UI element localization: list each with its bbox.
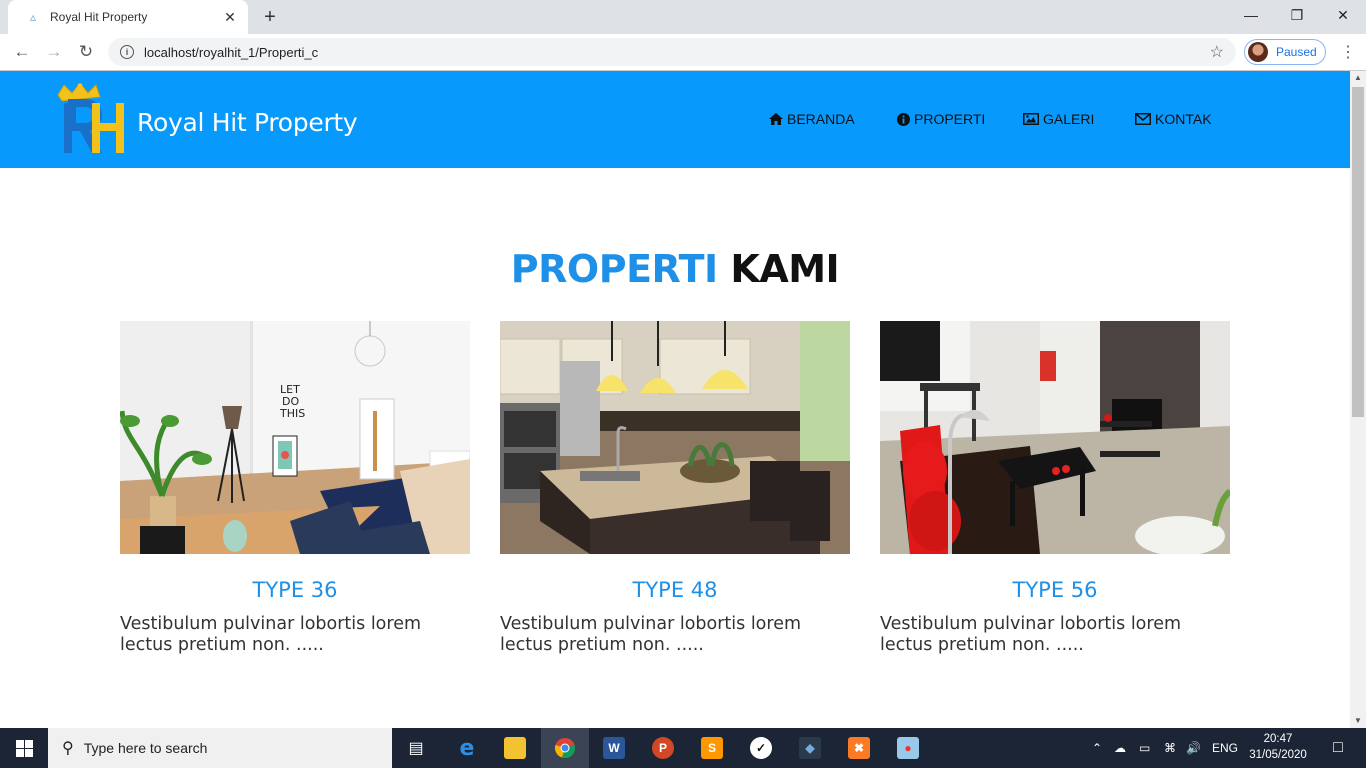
paint-icon[interactable]: ●: [884, 728, 932, 768]
section-heading: PROPERTI KAMI: [0, 247, 1350, 291]
clock-time: 20:47: [1263, 733, 1293, 745]
windows-start-icon[interactable]: [0, 728, 48, 768]
property-description: Vestibulum pulvinar lobortis lorem lectu…: [880, 614, 1182, 655]
heading-accent: PROPERTI: [510, 247, 718, 291]
site-header: Royal Hit Property BERANDA PROPERTI GALE…: [0, 71, 1350, 168]
nav-label: BERANDA: [787, 111, 855, 127]
property-description: Vestibulum pulvinar lobortis lorem lectu…: [500, 614, 802, 655]
profile-button[interactable]: Paused: [1244, 39, 1326, 65]
sublime-text-icon[interactable]: S: [688, 728, 736, 768]
royal-hit-logo-icon[interactable]: [52, 83, 132, 155]
show-hidden-icons[interactable]: ⌃: [1092, 728, 1102, 768]
profile-status: Paused: [1276, 45, 1317, 59]
property-card[interactable]: TYPE 48 Vestibulum pulvinar lobortis lor…: [500, 321, 850, 656]
window-close-icon[interactable]: ✕: [1320, 0, 1366, 30]
scroll-up-icon[interactable]: ▲: [1350, 71, 1366, 85]
property-photo-living-room[interactable]: LET DO THIS: [120, 321, 470, 554]
home-icon: [769, 113, 783, 125]
restore-icon[interactable]: ❐: [1274, 0, 1320, 30]
browser-tab-bar: ▵ Royal Hit Property ✕ + — ❐ ✕: [0, 0, 1366, 34]
forward-arrow-icon[interactable]: →: [42, 40, 66, 64]
task-view-icon[interactable]: ▤: [392, 728, 440, 768]
property-photo-lounge[interactable]: [880, 321, 1230, 554]
more-menu-icon[interactable]: ⋮: [1340, 42, 1356, 62]
svg-text:THIS: THIS: [279, 407, 305, 420]
taskbar-search-box[interactable]: ⚲ Type here to search: [48, 728, 392, 768]
image-icon: [1023, 113, 1039, 125]
volume-icon[interactable]: 🔊: [1186, 728, 1201, 768]
app-icon[interactable]: ◆: [786, 728, 834, 768]
reload-icon[interactable]: ↻: [74, 40, 98, 64]
close-tab-icon[interactable]: ✕: [222, 9, 238, 26]
search-icon: ⚲: [62, 740, 74, 757]
heading-rest: KAMI: [730, 247, 840, 291]
envelope-icon: [1135, 113, 1151, 125]
nav-label: PROPERTI: [914, 111, 986, 127]
nav-properti[interactable]: PROPERTI: [897, 111, 985, 127]
edge-browser-icon[interactable]: e: [443, 728, 491, 768]
property-type[interactable]: TYPE 36: [120, 578, 470, 602]
property-card[interactable]: LET DO THIS TYPE 36 Vestibulum pulvinar …: [120, 321, 470, 656]
chrome-browser-icon[interactable]: [541, 728, 589, 768]
info-circle-icon: [897, 112, 910, 126]
back-arrow-icon[interactable]: ←: [10, 40, 34, 64]
property-type[interactable]: TYPE 48: [500, 578, 850, 602]
powerpoint-icon[interactable]: P: [639, 728, 687, 768]
nav-label: GALERI: [1043, 111, 1095, 127]
taskbar-search-placeholder: Type here to search: [83, 740, 208, 756]
system-clock[interactable]: 20:47 31/05/2020: [1240, 731, 1316, 763]
new-tab-icon[interactable]: +: [259, 6, 281, 28]
nav-kontak[interactable]: KONTAK: [1135, 111, 1212, 127]
url-text[interactable]: localhost/royalhit_1/Properti_c: [144, 45, 1210, 60]
property-card[interactable]: TYPE 56 Vestibulum pulvinar lobortis lor…: [880, 321, 1230, 656]
address-bar[interactable]: i localhost/royalhit_1/Properti_c ☆: [108, 38, 1236, 66]
notifications-icon[interactable]: □: [1318, 728, 1358, 768]
page-scrollbar[interactable]: ▲ ▼: [1350, 71, 1366, 728]
property-type[interactable]: TYPE 56: [880, 578, 1230, 602]
inkscape-icon[interactable]: ✓: [737, 728, 785, 768]
network-cloud-icon[interactable]: ☁: [1114, 728, 1126, 768]
site-brand[interactable]: Royal Hit Property: [137, 108, 358, 137]
site-info-icon[interactable]: i: [120, 45, 134, 59]
page-viewport: Royal Hit Property BERANDA PROPERTI GALE…: [0, 71, 1350, 728]
property-description: Vestibulum pulvinar lobortis lorem lectu…: [120, 614, 422, 655]
nav-label: KONTAK: [1155, 111, 1212, 127]
nav-galeri[interactable]: GALERI: [1023, 111, 1094, 127]
property-photo-kitchen[interactable]: [500, 321, 850, 554]
scrollbar-thumb[interactable]: [1352, 87, 1364, 417]
tab-title: Royal Hit Property: [50, 10, 148, 24]
battery-icon[interactable]: ▭: [1139, 728, 1150, 768]
windows-taskbar: ⚲ Type here to search ▤ e W P S ✓ ◆ ✖ ● …: [0, 728, 1366, 768]
minimize-icon[interactable]: —: [1228, 0, 1274, 30]
bookmark-star-icon[interactable]: ☆: [1210, 42, 1224, 62]
nav-beranda[interactable]: BERANDA: [769, 111, 855, 127]
file-explorer-icon[interactable]: [491, 728, 539, 768]
address-toolbar: ← → ↻ i localhost/royalhit_1/Properti_c …: [0, 34, 1366, 71]
browser-tab[interactable]: ▵ Royal Hit Property ✕: [8, 0, 248, 34]
avatar: [1248, 42, 1268, 62]
clock-date: 31/05/2020: [1249, 749, 1307, 761]
page-favicon-icon: ▵: [29, 10, 37, 24]
language-indicator[interactable]: ENG: [1212, 728, 1238, 768]
xampp-icon[interactable]: ✖: [835, 728, 883, 768]
scroll-down-icon[interactable]: ▼: [1350, 714, 1366, 728]
word-icon[interactable]: W: [590, 728, 638, 768]
wifi-icon[interactable]: ⌘: [1164, 728, 1176, 768]
